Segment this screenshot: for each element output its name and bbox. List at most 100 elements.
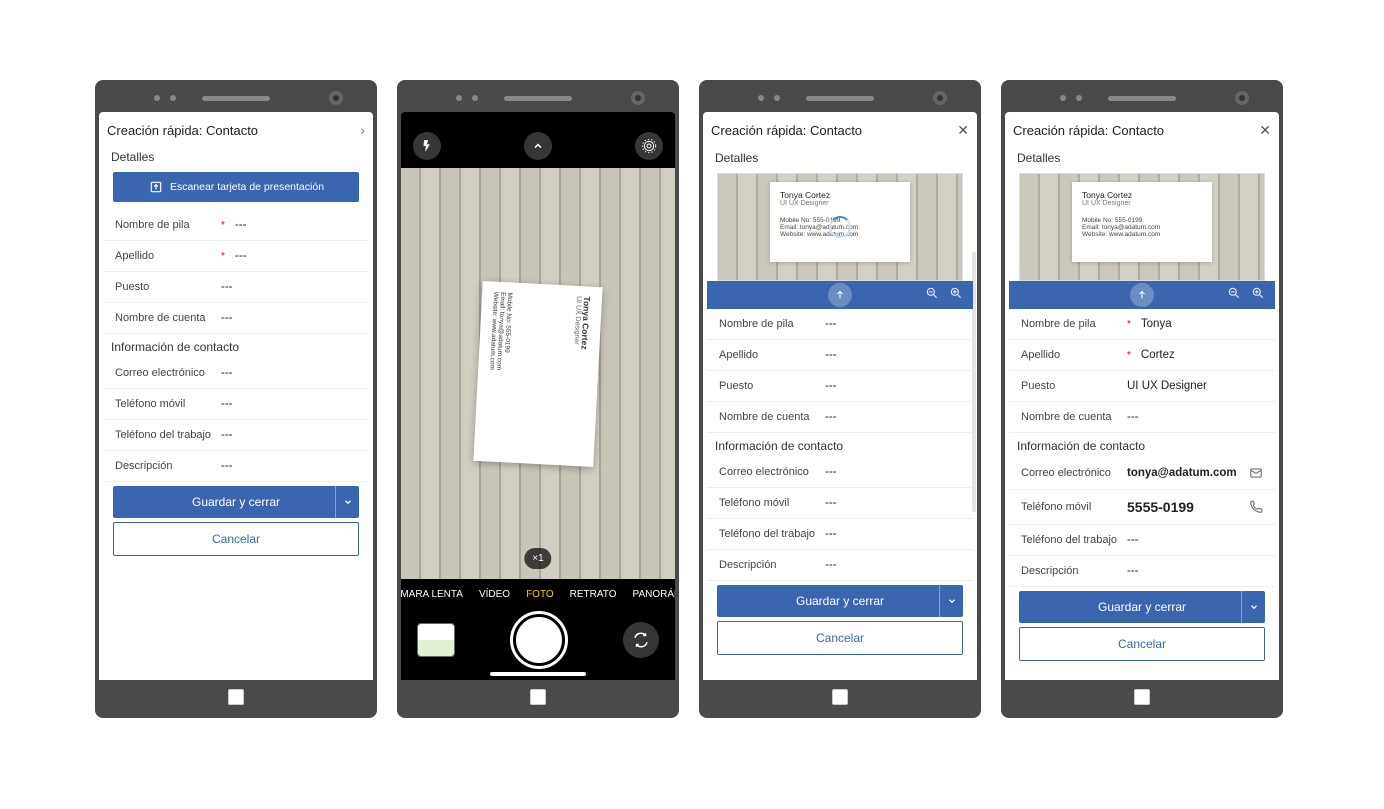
shutter-button[interactable] — [513, 614, 565, 666]
zoom-out-icon[interactable] — [925, 286, 939, 305]
label-mobile: Teléfono móvil — [1021, 501, 1121, 513]
field-mobile[interactable]: Teléfono móvil --- — [103, 389, 369, 420]
zoom-out-icon[interactable] — [1227, 286, 1241, 305]
label-job-title: Puesto — [115, 281, 215, 293]
card-name: Tonya Cortez — [1082, 190, 1202, 200]
home-button[interactable] — [228, 689, 244, 705]
home-button[interactable] — [832, 689, 848, 705]
sensor-dots — [456, 95, 478, 101]
field-last-name[interactable]: Apellido * Cortez — [1009, 340, 1275, 371]
rescan-icon[interactable] — [828, 283, 852, 307]
label-first-name: Nombre de pila — [115, 219, 215, 231]
mail-icon[interactable] — [1249, 466, 1263, 480]
field-description[interactable]: Descripción --- — [707, 550, 973, 581]
field-email[interactable]: Correo electrónico --- — [707, 457, 973, 488]
label-account: Nombre de cuenta — [719, 411, 819, 423]
field-work-phone[interactable]: Teléfono del trabajo --- — [707, 519, 973, 550]
cancel-button[interactable]: Cancelar — [1019, 627, 1265, 661]
page-header: Creación rápida: Contacto › — [99, 112, 373, 144]
chevron-down-icon[interactable] — [939, 585, 963, 617]
home-button[interactable] — [1134, 689, 1150, 705]
mode-video[interactable]: VÍDEO — [479, 589, 510, 600]
zoom-indicator[interactable]: ×1 — [524, 548, 551, 569]
field-account[interactable]: Nombre de cuenta --- — [103, 303, 369, 334]
swap-camera-icon[interactable] — [623, 622, 659, 658]
live-photo-icon[interactable] — [635, 132, 663, 160]
label-email: Correo electrónico — [115, 367, 215, 379]
mode-slow[interactable]: ÁMARA LENTA — [401, 589, 463, 600]
value-first-name: --- — [235, 219, 357, 231]
value-work-phone: --- — [825, 528, 961, 540]
page-header: Creación rápida: Contacto ✕ — [703, 112, 977, 145]
field-account[interactable]: Nombre de cuenta --- — [1009, 402, 1275, 433]
front-camera — [1235, 91, 1249, 105]
label-email: Correo electrónico — [1021, 467, 1121, 479]
label-job-title: Puesto — [1021, 380, 1121, 392]
label-email: Correo electrónico — [719, 466, 819, 478]
close-icon[interactable]: ✕ — [957, 122, 969, 139]
chevron-down-icon[interactable] — [1241, 591, 1265, 623]
save-close-button[interactable]: Guardar y cerrar — [717, 585, 963, 617]
save-close-label: Guardar y cerrar — [796, 594, 884, 608]
section-contact-info: Información de contacto — [1009, 433, 1275, 457]
phone-icon[interactable] — [1249, 499, 1263, 515]
gallery-thumbnail[interactable] — [417, 623, 455, 657]
rescan-icon[interactable] — [1130, 283, 1154, 307]
section-details: Detalles — [103, 144, 369, 168]
card-website: Website: www.adatum.com — [1082, 231, 1202, 238]
sensor-dots — [154, 95, 176, 101]
speaker-slot — [1108, 96, 1176, 101]
field-mobile[interactable]: Teléfono móvil --- — [707, 488, 973, 519]
cancel-label: Cancelar — [816, 631, 864, 645]
camera-screen: Tonya Cortez UI UX Designer Mobile No: 5… — [401, 112, 675, 680]
home-indicator[interactable] — [490, 672, 586, 676]
screen: Creación rápida: Contacto ✕ Detalles Ton… — [1005, 112, 1279, 680]
screen: Creación rápida: Contacto ✕ Detalles Ton… — [703, 112, 977, 680]
flash-icon[interactable] — [413, 132, 441, 160]
mode-portrait[interactable]: RETRATO — [570, 589, 617, 600]
field-first-name[interactable]: Nombre de pila * --- — [103, 210, 369, 241]
camera-modes[interactable]: ÁMARA LENTA VÍDEO FOTO RETRATO PANORÁM — [401, 579, 675, 606]
close-icon[interactable]: ✕ — [1259, 122, 1271, 139]
label-work-phone: Teléfono del trabajo — [115, 429, 215, 441]
chevron-down-icon[interactable] — [335, 486, 359, 518]
card-title: UI UX Designer — [1082, 200, 1202, 207]
label-description: Descripción — [115, 460, 215, 472]
zoom-in-icon[interactable] — [1251, 286, 1265, 305]
cancel-button[interactable]: Cancelar — [717, 621, 963, 655]
field-last-name[interactable]: Apellido --- — [707, 340, 973, 371]
page-title: Creación rápida: Contacto — [107, 123, 258, 138]
save-close-label: Guardar y cerrar — [1098, 600, 1186, 614]
save-close-button[interactable]: Guardar y cerrar — [113, 486, 359, 518]
value-job-title: UI UX Designer — [1127, 380, 1263, 392]
field-work-phone[interactable]: Teléfono del trabajo --- — [1009, 525, 1275, 556]
value-email: --- — [825, 466, 961, 478]
mode-pano[interactable]: PANORÁM — [633, 589, 675, 600]
save-close-button[interactable]: Guardar y cerrar — [1019, 591, 1265, 623]
value-email: tonya@adatum.com — [1127, 467, 1243, 479]
field-job-title[interactable]: Puesto --- — [103, 272, 369, 303]
field-job-title[interactable]: Puesto UI UX Designer — [1009, 371, 1275, 402]
field-account[interactable]: Nombre de cuenta --- — [707, 402, 973, 433]
spinner-icon — [829, 216, 851, 238]
label-account: Nombre de cuenta — [1021, 411, 1121, 423]
field-mobile[interactable]: Teléfono móvil 5555-0199 — [1009, 490, 1275, 525]
scan-card-button[interactable]: Escanear tarjeta de presentación — [113, 172, 359, 202]
field-job-title[interactable]: Puesto --- — [707, 371, 973, 402]
chevron-right-icon[interactable]: › — [360, 122, 365, 138]
field-email[interactable]: Correo electrónico --- — [103, 358, 369, 389]
field-description[interactable]: Descripción --- — [1009, 556, 1275, 587]
chevron-up-icon[interactable] — [524, 132, 552, 160]
home-button[interactable] — [530, 689, 546, 705]
field-email[interactable]: Correo electrónico tonya@adatum.com — [1009, 457, 1275, 490]
field-work-phone[interactable]: Teléfono del trabajo --- — [103, 420, 369, 451]
cancel-button[interactable]: Cancelar — [113, 522, 359, 556]
mode-photo[interactable]: FOTO — [526, 589, 554, 600]
field-last-name[interactable]: Apellido * --- — [103, 241, 369, 272]
field-first-name[interactable]: Nombre de pila --- — [707, 309, 973, 340]
camera-viewfinder[interactable]: Tonya Cortez UI UX Designer Mobile No: 5… — [401, 168, 675, 579]
value-mobile: --- — [825, 497, 961, 509]
field-first-name[interactable]: Nombre de pila * Tonya — [1009, 309, 1275, 340]
field-description[interactable]: Descripción --- — [103, 451, 369, 482]
zoom-in-icon[interactable] — [949, 286, 963, 305]
